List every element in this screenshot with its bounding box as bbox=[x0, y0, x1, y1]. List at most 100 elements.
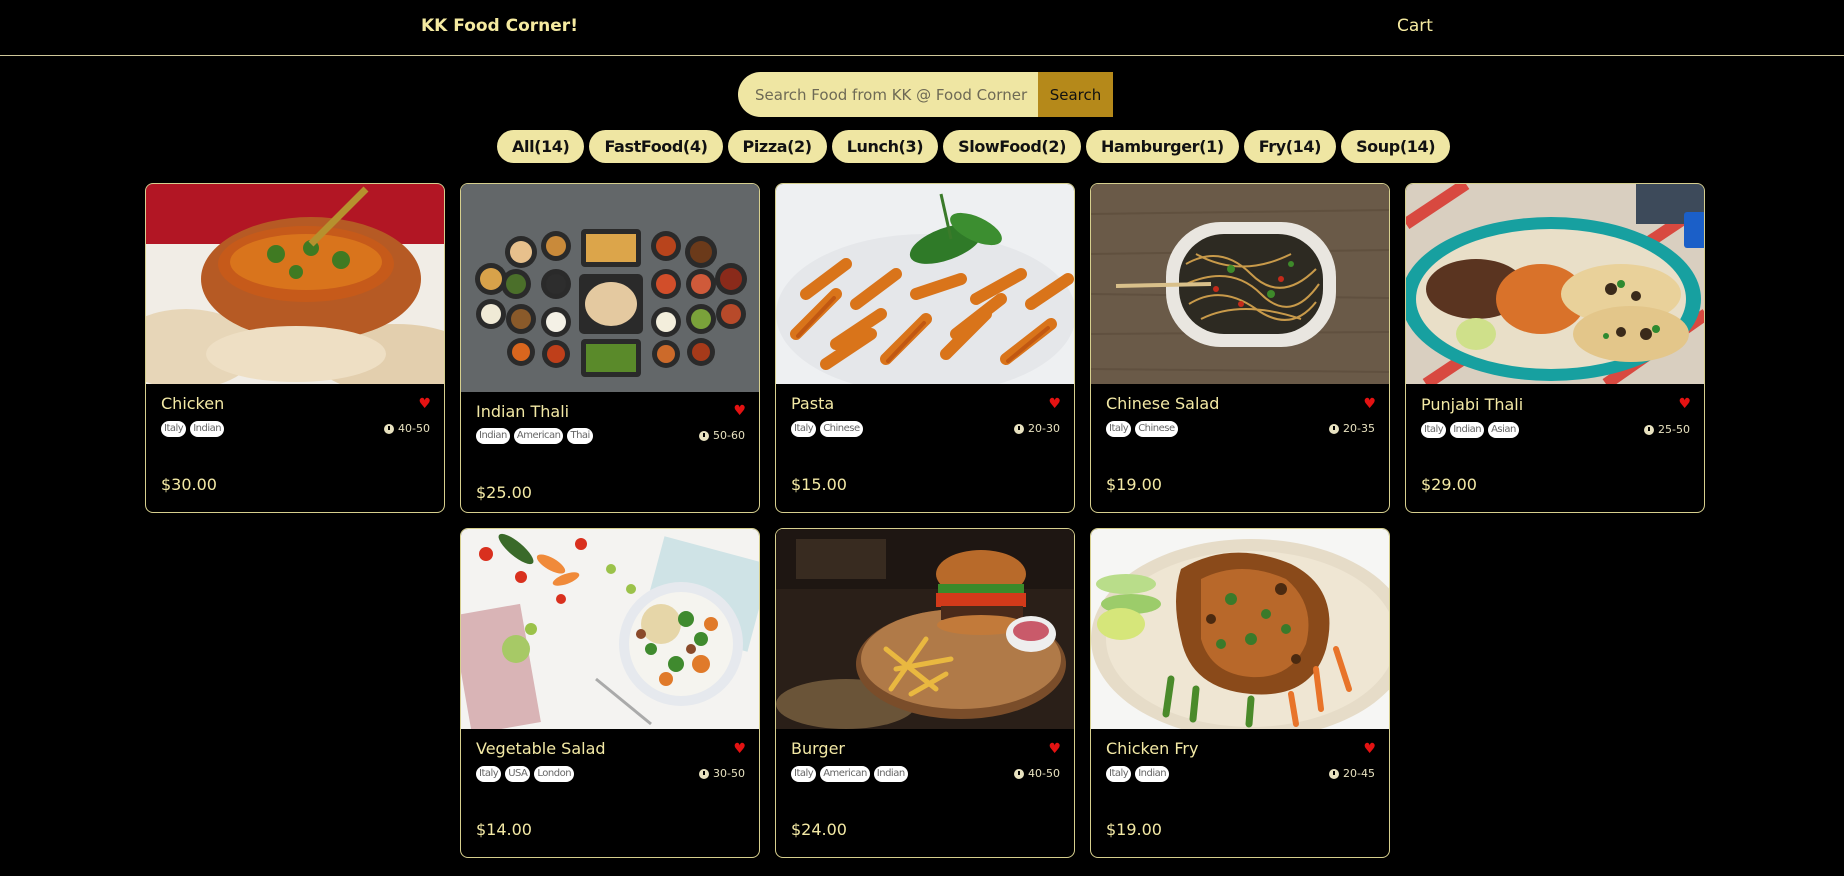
clock-icon bbox=[1329, 768, 1340, 779]
origin-tag: Chinese bbox=[1135, 421, 1178, 437]
food-name: Vegetable Salad bbox=[476, 739, 606, 758]
search-button[interactable]: Search bbox=[1038, 72, 1113, 117]
heart-icon[interactable]: ♥ bbox=[1048, 396, 1061, 412]
heart-icon[interactable]: ♥ bbox=[1048, 741, 1061, 757]
food-name: Burger bbox=[791, 739, 845, 758]
food-price: $24.00 bbox=[791, 820, 847, 839]
food-name: Chicken bbox=[161, 394, 225, 413]
food-card-chicken[interactable]: Chicken ♥ Italy Indian 40-50 $30.00 bbox=[145, 183, 445, 513]
tag-fry[interactable]: Fry(14) bbox=[1243, 130, 1337, 163]
origin-list: Italy Chinese bbox=[791, 421, 863, 437]
food-name: Indian Thali bbox=[476, 402, 570, 421]
cart-link[interactable]: Cart bbox=[1397, 16, 1433, 36]
food-name: Pasta bbox=[791, 394, 835, 413]
food-photo-indian-thali bbox=[461, 184, 759, 392]
origin-list: Italy Indian Asian bbox=[1421, 422, 1519, 438]
tag-pizza[interactable]: Pizza(2) bbox=[727, 130, 827, 163]
tag-slowfood[interactable]: SlowFood(2) bbox=[943, 130, 1081, 163]
cook-time: 30-50 bbox=[699, 767, 745, 780]
food-card-indian-thali[interactable]: Indian Thali ♥ Indian American Thai 50-6… bbox=[460, 183, 760, 513]
food-name: Chinese Salad bbox=[1106, 394, 1220, 413]
cook-time-value: 30-50 bbox=[713, 767, 745, 780]
food-photo-chinese-salad bbox=[1091, 184, 1389, 384]
site-logo[interactable]: KK Food Corner! bbox=[421, 16, 578, 36]
origin-list: Italy Indian bbox=[161, 421, 225, 437]
origin-tag: Italy bbox=[1106, 766, 1132, 782]
cook-time: 20-30 bbox=[1014, 422, 1060, 435]
food-price: $30.00 bbox=[161, 475, 217, 494]
food-card-burger[interactable]: Burger ♥ Italy American Indian 40-50 $24… bbox=[775, 528, 1075, 858]
food-name: Punjabi Thali bbox=[1421, 395, 1524, 414]
cook-time-value: 25-50 bbox=[1658, 423, 1690, 436]
food-card-chinese-salad[interactable]: Chinese Salad ♥ Italy Chinese 20-35 $19.… bbox=[1090, 183, 1390, 513]
food-card-vegetable-salad[interactable]: Vegetable Salad ♥ Italy USA London 30-50… bbox=[460, 528, 760, 858]
food-price: $19.00 bbox=[1106, 475, 1162, 494]
tag-soup[interactable]: Soup(14) bbox=[1341, 130, 1451, 163]
food-card-pasta[interactable]: Pasta ♥ Italy Chinese 20-30 $15.00 bbox=[775, 183, 1075, 513]
cook-time: 40-50 bbox=[1014, 767, 1060, 780]
food-photo-vegetable-salad bbox=[461, 529, 759, 729]
food-photo-pasta bbox=[776, 184, 1074, 384]
cook-time-value: 40-50 bbox=[1028, 767, 1060, 780]
food-card-chicken-fry[interactable]: Chicken Fry ♥ Italy Indian 20-45 $19.00 bbox=[1090, 528, 1390, 858]
origin-tag: Italy bbox=[1421, 422, 1447, 438]
clock-icon bbox=[384, 423, 395, 434]
food-price: $25.00 bbox=[476, 483, 532, 502]
heart-icon[interactable]: ♥ bbox=[1363, 741, 1376, 757]
origin-tag: Italy bbox=[1106, 421, 1132, 437]
origin-list: Italy Indian bbox=[1106, 766, 1170, 782]
origin-tag: Indian bbox=[1450, 422, 1485, 438]
food-price: $19.00 bbox=[1106, 820, 1162, 839]
tag-filter-bar: All(14) FastFood(4) Pizza(2) Lunch(3) Sl… bbox=[497, 130, 1451, 163]
cook-time-value: 50-60 bbox=[713, 429, 745, 442]
cook-time-value: 20-45 bbox=[1343, 767, 1375, 780]
tag-lunch[interactable]: Lunch(3) bbox=[831, 130, 939, 163]
cook-time: 20-35 bbox=[1329, 422, 1375, 435]
clock-icon bbox=[1329, 423, 1340, 434]
origin-tag: Indian bbox=[476, 428, 510, 444]
heart-icon[interactable]: ♥ bbox=[418, 396, 431, 412]
cook-time-value: 20-30 bbox=[1028, 422, 1060, 435]
origin-list: Italy Chinese bbox=[1106, 421, 1178, 437]
food-price: $14.00 bbox=[476, 820, 532, 839]
origin-tag: Thai bbox=[567, 428, 593, 444]
clock-icon bbox=[1644, 424, 1655, 435]
heart-icon[interactable]: ♥ bbox=[733, 741, 746, 757]
food-photo-burger bbox=[776, 529, 1074, 729]
origin-tag: American bbox=[820, 766, 870, 782]
cook-time-value: 40-50 bbox=[398, 422, 430, 435]
origin-tag: Asian bbox=[1488, 422, 1519, 438]
origin-tag: Indian bbox=[873, 766, 908, 782]
origin-list: Indian American Thai bbox=[476, 428, 593, 444]
origin-tag: Chinese bbox=[820, 421, 863, 437]
origin-tag: Indian bbox=[190, 421, 225, 437]
cook-time: 40-50 bbox=[384, 422, 430, 435]
cook-time: 50-60 bbox=[699, 429, 745, 442]
origin-tag: Italy bbox=[476, 766, 502, 782]
food-photo-chicken bbox=[146, 184, 444, 384]
heart-icon[interactable]: ♥ bbox=[733, 403, 746, 419]
tag-all[interactable]: All(14) bbox=[497, 130, 585, 163]
search-input[interactable] bbox=[738, 72, 1038, 117]
tag-fastfood[interactable]: FastFood(4) bbox=[589, 130, 723, 163]
cook-time: 20-45 bbox=[1329, 767, 1375, 780]
food-price: $29.00 bbox=[1421, 475, 1477, 494]
origin-tag: Indian bbox=[1135, 766, 1170, 782]
cook-time: 25-50 bbox=[1644, 423, 1690, 436]
origin-list: Italy American Indian bbox=[791, 766, 908, 782]
food-card-punjabi-thali[interactable]: Punjabi Thali ♥ Italy Indian Asian 25-50… bbox=[1405, 183, 1705, 513]
origin-tag: USA bbox=[505, 766, 531, 782]
food-photo-chicken-fry bbox=[1091, 529, 1389, 729]
cook-time-value: 20-35 bbox=[1343, 422, 1375, 435]
tag-hamburger[interactable]: Hamburger(1) bbox=[1085, 130, 1239, 163]
clock-icon bbox=[1014, 423, 1025, 434]
food-photo-punjabi-thali bbox=[1406, 184, 1704, 384]
clock-icon bbox=[1014, 768, 1025, 779]
heart-icon[interactable]: ♥ bbox=[1363, 396, 1376, 412]
origin-tag: Italy bbox=[161, 421, 187, 437]
heart-icon[interactable]: ♥ bbox=[1678, 396, 1691, 412]
clock-icon bbox=[699, 430, 710, 441]
search-bar: Search bbox=[738, 72, 1113, 117]
origin-tag: Italy bbox=[791, 421, 817, 437]
top-nav: KK Food Corner! Cart bbox=[0, 0, 1844, 56]
